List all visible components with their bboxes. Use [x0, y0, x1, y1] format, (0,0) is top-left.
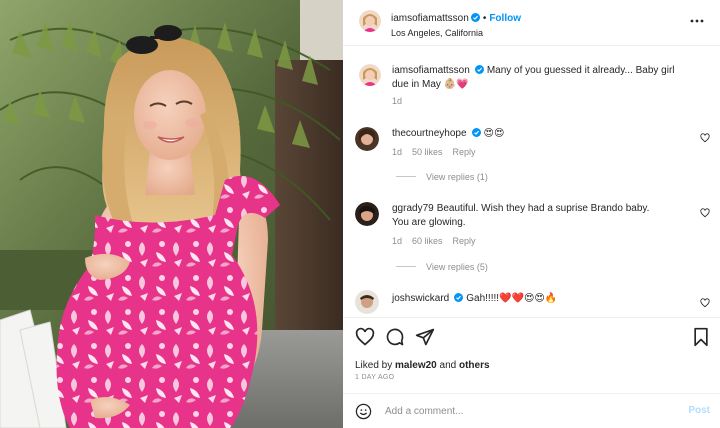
separator-dot: •	[482, 13, 487, 24]
emoji-smiley-icon[interactable]	[355, 403, 372, 420]
comment-age: 1d	[392, 147, 403, 157]
comment-item: joshswickard Gah!!!!!❤️❤️😍😍🔥	[343, 290, 720, 315]
verified-badge-icon	[470, 13, 480, 22]
post-header: iamsofiamattsson • Follow Los Angeles, Cal…	[343, 0, 720, 46]
comment-icon[interactable]	[385, 327, 405, 347]
liked-user[interactable]: malew20	[395, 360, 437, 371]
verified-badge-icon	[474, 65, 484, 74]
post-comment-button[interactable]: Post	[688, 405, 710, 416]
liked-and: and	[439, 360, 457, 371]
liked-others[interactable]: others	[459, 360, 490, 371]
share-icon[interactable]	[415, 327, 435, 347]
comment-age: 1d	[392, 236, 403, 246]
comment-item: thecourtneyhope 😍😍 1d 50 likes Reply View r…	[343, 125, 720, 187]
comment-meta: 1d 50 likes Reply	[392, 147, 486, 157]
more-options-icon[interactable]	[690, 15, 704, 27]
author-line: iamsofiamattsson • Follow	[391, 13, 521, 24]
comment-meta: 1d 60 likes Reply	[392, 236, 486, 246]
replies-line	[396, 266, 416, 267]
post-timestamp[interactable]: 1 DAY AGO	[355, 374, 394, 381]
comment-text: joshswickard Gah!!!!!❤️❤️😍😍🔥	[392, 292, 557, 306]
caption-text: iamsofiamattsson Many of you guessed it a…	[392, 64, 692, 92]
comment-like-heart-icon[interactable]	[700, 133, 710, 143]
comments-list[interactable]: iamsofiamattsson Many of you guessed it a…	[343, 47, 720, 315]
heart-icon[interactable]	[355, 327, 375, 347]
caption-avatar[interactable]	[359, 64, 381, 86]
comment-likes[interactable]: 50 likes	[412, 147, 443, 157]
view-replies-button[interactable]: View replies (1)	[396, 172, 488, 182]
post-action-bar: Liked by malew20 and others 1 DAY AGO	[343, 317, 720, 393]
caption-username[interactable]: iamsofiamattsson	[392, 65, 470, 76]
comment-body-line-2: You are glowing.	[392, 217, 466, 228]
comment-like-heart-icon[interactable]	[700, 298, 710, 308]
comment-text: ggrady79 Beautiful. Wish they had a supri…	[392, 202, 692, 230]
comment-username[interactable]: joshswickard	[392, 293, 449, 304]
commenter-avatar[interactable]	[355, 290, 379, 314]
caption-item: iamsofiamattsson Many of you guessed it a…	[343, 59, 720, 109]
author-username[interactable]: iamsofiamattsson	[391, 13, 469, 24]
view-replies-button[interactable]: View replies (5)	[396, 262, 488, 272]
view-replies-label: View replies (1)	[426, 172, 488, 182]
replies-line	[396, 176, 416, 177]
caption-age: 1d	[392, 96, 403, 106]
commenter-avatar[interactable]	[355, 127, 379, 151]
comment-body: Beautiful. Wish they had a suprise Brand…	[436, 203, 650, 214]
comment-username[interactable]: ggrady79	[392, 203, 434, 214]
verified-badge-icon	[454, 293, 464, 302]
comment-like-heart-icon[interactable]	[700, 208, 710, 218]
follow-button[interactable]: Follow	[489, 13, 521, 24]
liked-prefix: Liked by	[355, 360, 393, 371]
view-replies-label: View replies (5)	[426, 262, 488, 272]
comment-item: ggrady79 Beautiful. Wish they had a supri…	[343, 200, 720, 280]
reply-button[interactable]: Reply	[453, 236, 476, 246]
post-location[interactable]: Los Angeles, California	[391, 28, 483, 38]
pregnant-woman-photo	[0, 0, 343, 428]
post-photo[interactable]	[0, 0, 343, 428]
comment-body: 😍😍	[483, 128, 505, 139]
add-comment-bar: Post	[343, 393, 720, 428]
comment-username[interactable]: thecourtneyhope	[392, 128, 467, 139]
comment-body: Gah!!!!!❤️❤️😍😍🔥	[466, 293, 558, 304]
liked-by-line: Liked by malew20 and others	[355, 360, 490, 371]
post-details-panel: iamsofiamattsson • Follow Los Angeles, Cal…	[343, 0, 720, 428]
verified-badge-icon	[471, 128, 481, 137]
comment-input[interactable]	[385, 403, 665, 420]
reply-button[interactable]: Reply	[453, 147, 476, 157]
comment-likes[interactable]: 60 likes	[412, 236, 443, 246]
comment-text: thecourtneyhope 😍😍	[392, 127, 504, 141]
caption-meta: 1d	[392, 96, 412, 106]
author-avatar[interactable]	[359, 10, 381, 32]
commenter-avatar[interactable]	[355, 202, 379, 226]
bookmark-icon[interactable]	[691, 327, 711, 347]
